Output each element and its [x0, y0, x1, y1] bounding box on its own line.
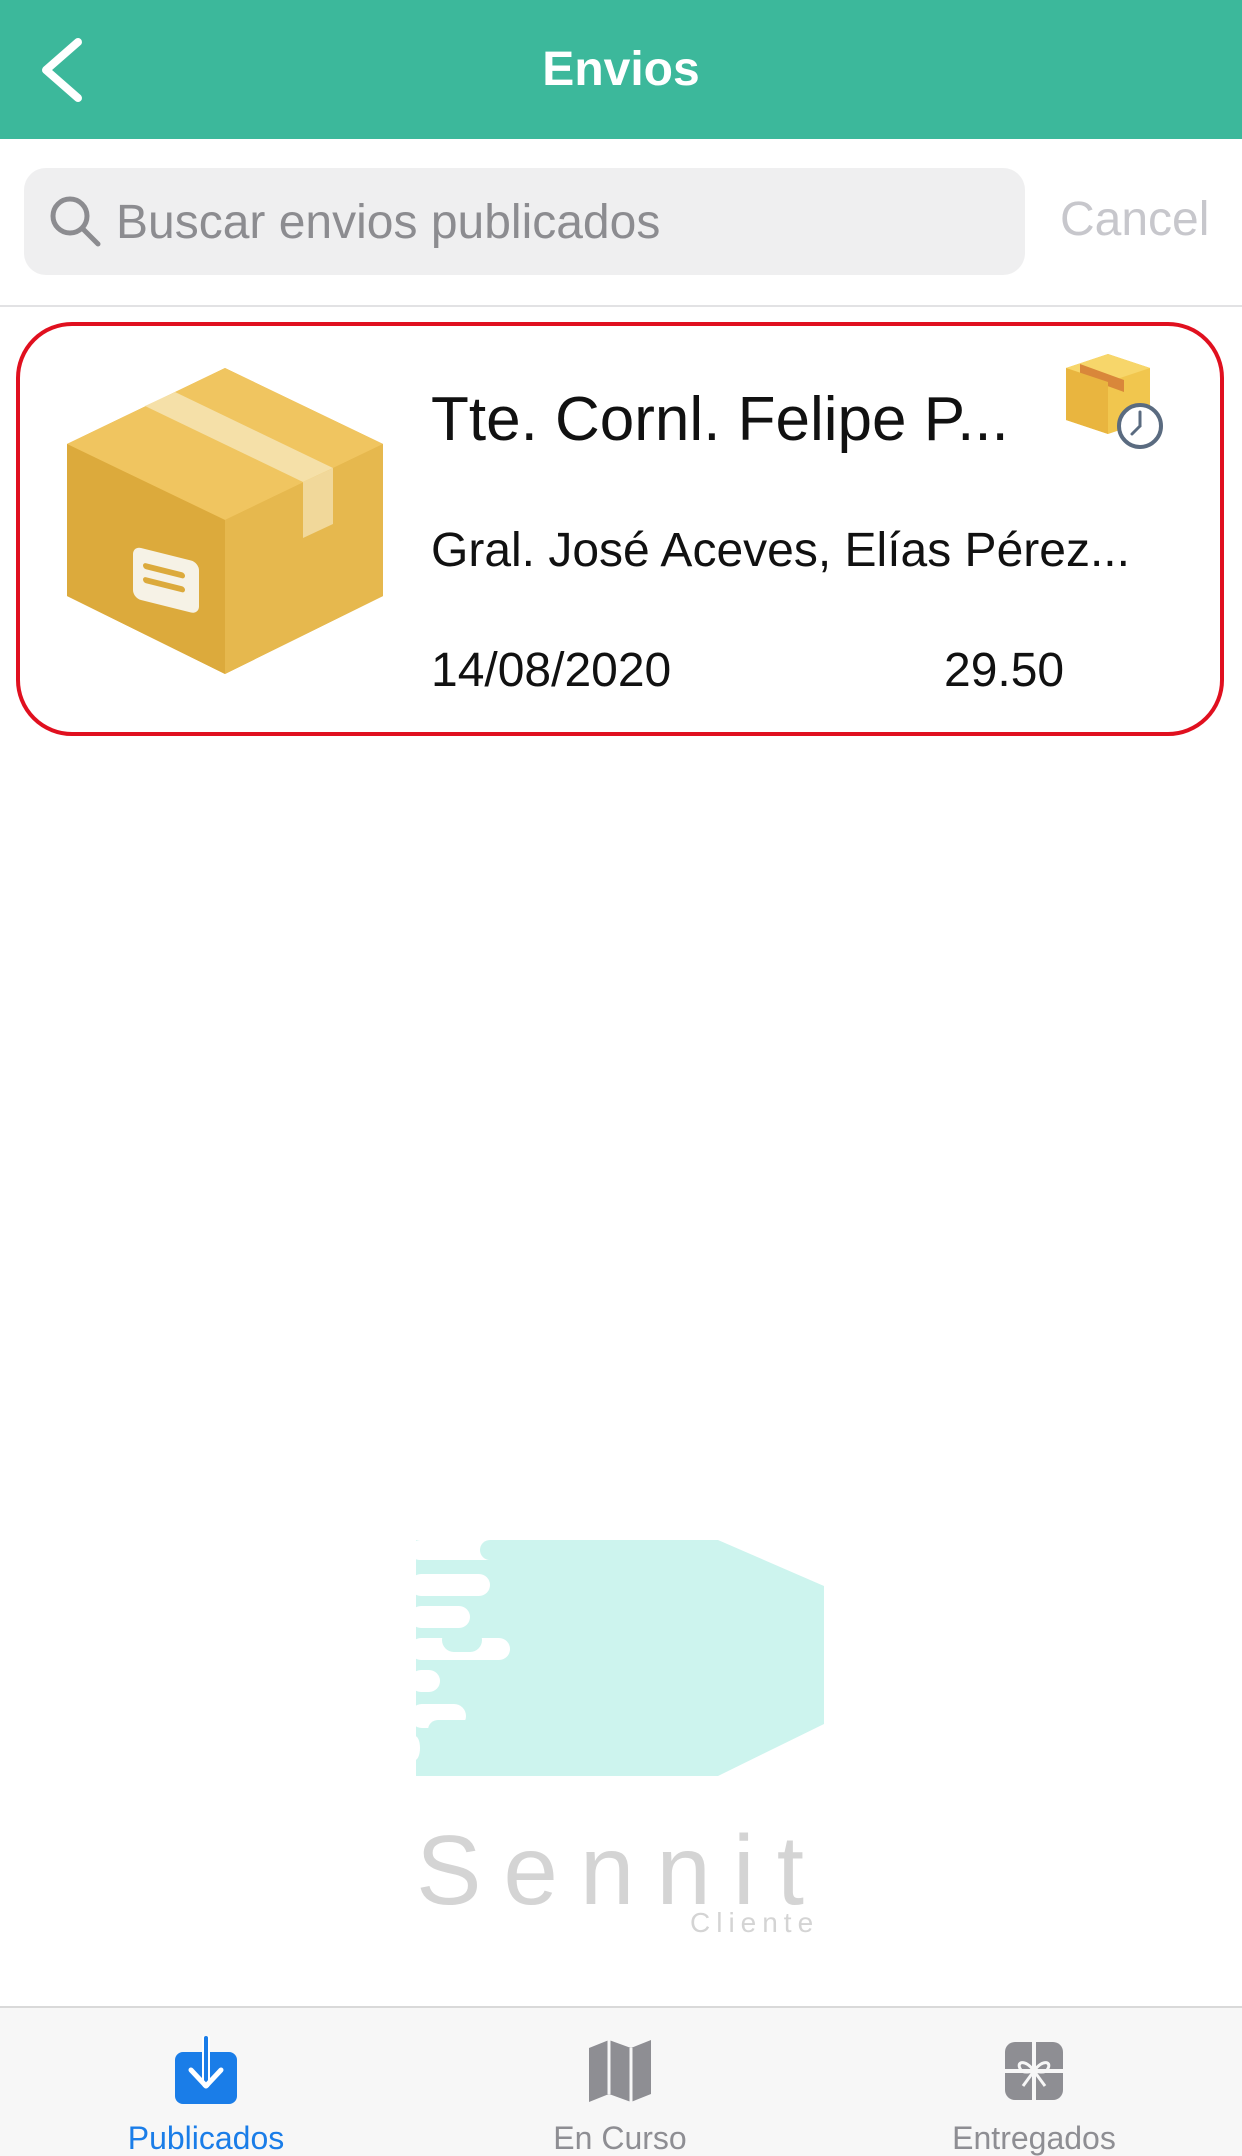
page-title: Envios — [542, 43, 700, 96]
package-box-icon — [67, 368, 383, 674]
sennit-logo — [410, 1540, 824, 1776]
search-bar[interactable] — [24, 168, 1025, 277]
shipment-title: Tte. Cornl. Felipe P... — [431, 385, 1009, 454]
tab-bar: Publicados En Curso Entregados — [0, 2006, 1242, 2156]
download-box-icon — [175, 2036, 237, 2104]
gift-icon — [1005, 2042, 1063, 2100]
tab-entregados[interactable]: Entregados — [884, 2008, 1184, 2156]
tab-label: Publicados — [127, 2120, 285, 2156]
map-icon — [589, 2040, 651, 2102]
brand-subtitle: Cliente — [690, 1907, 820, 1938]
search-input[interactable] — [114, 168, 998, 277]
shipment-price: 29.50 — [944, 644, 1065, 697]
nav-bar: Envios — [0, 0, 1242, 139]
box-clock-icon — [1066, 354, 1163, 449]
shipment-date: 14/08/2020 — [431, 644, 672, 697]
tab-label: En Curso — [553, 2120, 687, 2156]
tab-publicados[interactable]: Publicados — [56, 2008, 356, 2156]
divider — [0, 305, 1242, 307]
search-icon — [50, 196, 101, 247]
brand-name: Sennit — [416, 1815, 826, 1925]
tab-en-curso[interactable]: En Curso — [470, 2008, 770, 2156]
tab-label: Entregados — [952, 2120, 1116, 2156]
shipment-address: Gral. José Aceves, Elías Pérez... — [431, 524, 1130, 577]
shipment-card[interactable]: Tte. Cornl. Felipe P... Gral. José Aceve… — [16, 322, 1224, 736]
cancel-button[interactable]: Cancel — [1060, 190, 1209, 250]
